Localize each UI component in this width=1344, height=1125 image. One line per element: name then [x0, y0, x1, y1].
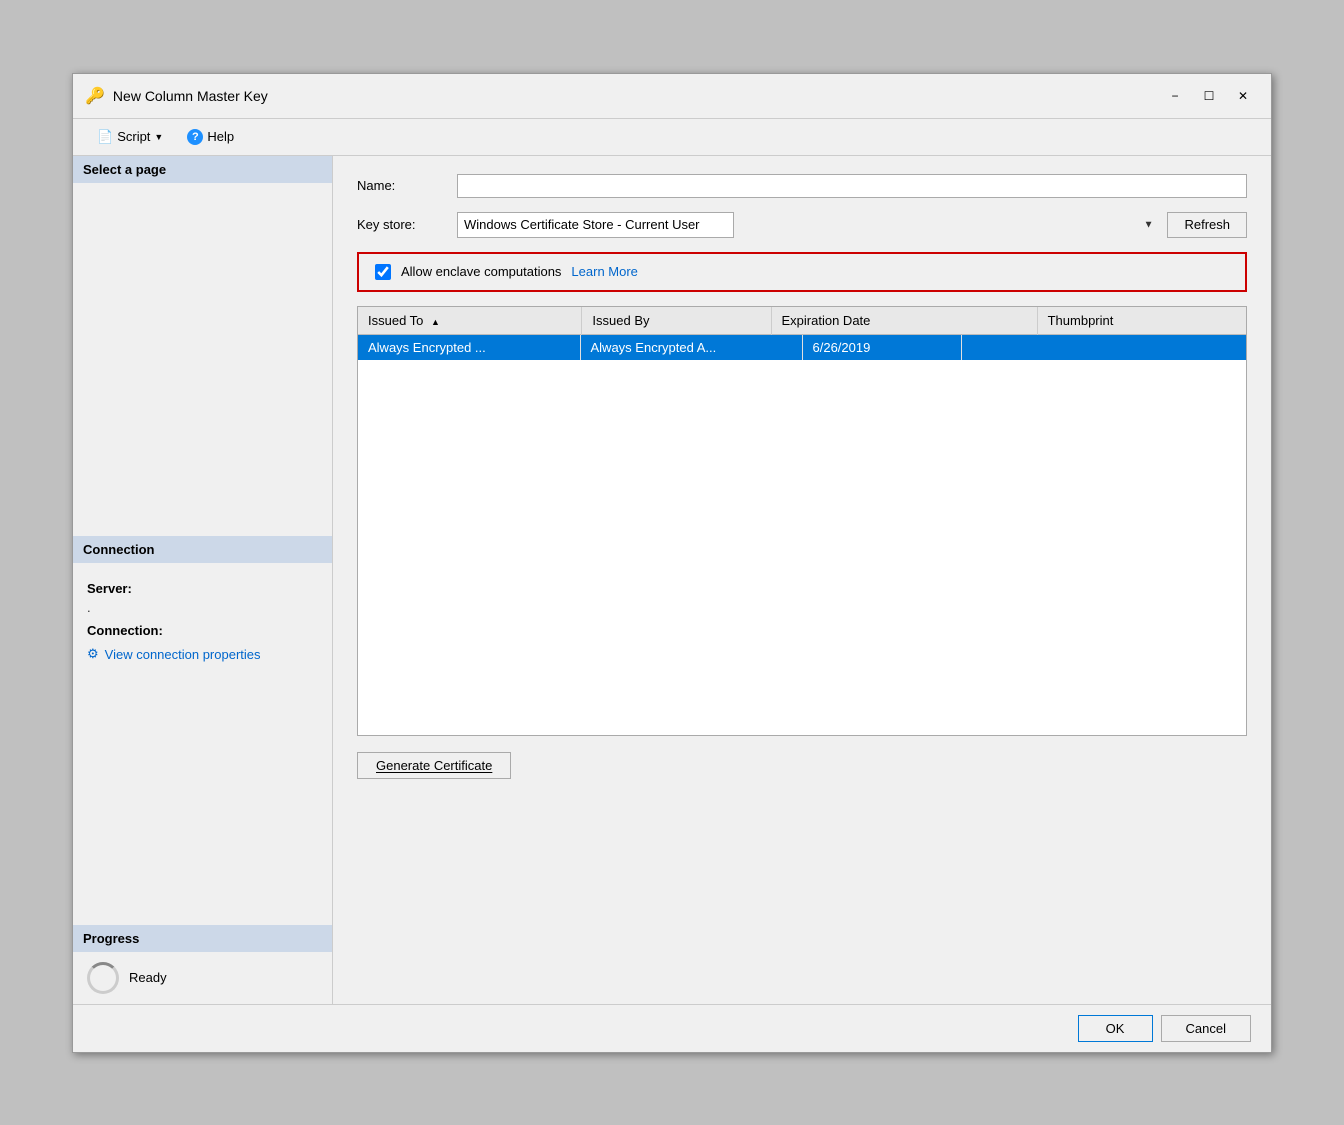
progress-status: Ready	[129, 970, 167, 985]
enclave-checkbox[interactable]	[375, 264, 391, 280]
sort-arrow-issued-to: ▲	[431, 317, 440, 327]
title-bar: 🔑 New Column Master Key − ☐ ✕	[73, 74, 1271, 119]
connection-label: Connection:	[87, 623, 318, 638]
col-issued-to-label: Issued To	[368, 313, 423, 328]
col-expiration-date[interactable]: Expiration Date	[771, 307, 1037, 335]
cell-issued-to: Always Encrypted ...	[358, 335, 580, 360]
minimize-button[interactable]: −	[1159, 82, 1191, 110]
cert-table-body-area: Always Encrypted ... Always Encrypted A.…	[358, 335, 1246, 735]
view-connection-link[interactable]: ⚙ View connection properties	[87, 646, 318, 662]
table-body: Always Encrypted ... Always Encrypted A.…	[358, 335, 1246, 360]
cancel-button[interactable]: Cancel	[1161, 1015, 1251, 1042]
help-button[interactable]: ? Help	[179, 125, 242, 149]
window-icon: 🔑	[85, 86, 105, 106]
progress-spinner	[87, 962, 119, 994]
progress-header: Progress	[73, 925, 332, 952]
script-button[interactable]: 📄 Script ▼	[89, 125, 171, 149]
enclave-label: Allow enclave computations	[401, 264, 561, 279]
certificate-table: Issued To ▲ Issued By Expiration Date Th…	[358, 307, 1246, 335]
dialog-body: Select a page Connection Server: . Conne…	[73, 156, 1271, 1004]
keystore-wrapper: Windows Certificate Store - Current User…	[457, 212, 1247, 238]
generate-certificate-button[interactable]: Generate Certificate	[357, 752, 511, 779]
script-label: Script	[117, 129, 150, 144]
title-bar-controls: − ☐ ✕	[1159, 82, 1259, 110]
keystore-row: Key store: Windows Certificate Store - C…	[357, 212, 1247, 238]
dialog-footer: OK Cancel	[73, 1004, 1271, 1052]
cert-table-body: Always Encrypted ... Always Encrypted A.…	[358, 335, 1246, 360]
cell-issued-by: Always Encrypted A...	[580, 335, 802, 360]
view-link-label: View connection properties	[105, 647, 261, 662]
ok-button[interactable]: OK	[1078, 1015, 1153, 1042]
select-page-header: Select a page	[73, 156, 332, 183]
name-input[interactable]	[457, 174, 1247, 198]
keystore-label: Key store:	[357, 217, 457, 232]
connection-header: Connection	[73, 536, 332, 563]
close-button[interactable]: ✕	[1227, 82, 1259, 110]
right-panel: Name: Key store: Windows Certificate Sto…	[333, 156, 1271, 1004]
select-page-content	[73, 183, 332, 537]
window-title: New Column Master Key	[113, 88, 268, 104]
keystore-select[interactable]: Windows Certificate Store - Current User…	[457, 212, 734, 238]
keystore-select-wrapper: Windows Certificate Store - Current User…	[457, 212, 1159, 238]
col-thumbprint-label: Thumbprint	[1048, 313, 1114, 328]
refresh-button[interactable]: Refresh	[1167, 212, 1247, 238]
left-panel: Select a page Connection Server: . Conne…	[73, 156, 333, 1004]
help-label: Help	[207, 129, 234, 144]
script-icon: 📄	[97, 129, 113, 145]
col-thumbprint[interactable]: Thumbprint	[1037, 307, 1246, 335]
title-bar-left: 🔑 New Column Master Key	[85, 86, 268, 106]
toolbar: 📄 Script ▼ ? Help	[73, 119, 1271, 156]
col-expiration-date-label: Expiration Date	[782, 313, 871, 328]
help-icon: ?	[187, 129, 203, 145]
table-header-row: Issued To ▲ Issued By Expiration Date Th…	[358, 307, 1246, 335]
name-label: Name:	[357, 178, 457, 193]
keystore-dropdown-arrow: ▼	[1144, 219, 1154, 230]
enclave-box: Allow enclave computations Learn More	[357, 252, 1247, 292]
learn-more-link[interactable]: Learn More	[571, 264, 637, 279]
server-value: .	[87, 600, 318, 615]
cell-expiration-date: 6/26/2019	[802, 335, 962, 360]
col-issued-by-label: Issued By	[592, 313, 649, 328]
script-dropdown-icon: ▼	[154, 132, 163, 142]
certificate-table-container: Issued To ▲ Issued By Expiration Date Th…	[357, 306, 1247, 736]
connection-properties-icon: ⚙	[87, 646, 99, 662]
cell-thumbprint	[962, 335, 1246, 360]
name-row: Name:	[357, 174, 1247, 198]
progress-content: Ready	[73, 952, 332, 1004]
connection-content: Server: . Connection: ⚙ View connection …	[73, 571, 332, 925]
col-issued-to[interactable]: Issued To ▲	[358, 307, 582, 335]
dialog-window: 🔑 New Column Master Key − ☐ ✕ 📄 Script ▼…	[72, 73, 1272, 1053]
maximize-button[interactable]: ☐	[1193, 82, 1225, 110]
table-row[interactable]: Always Encrypted ... Always Encrypted A.…	[358, 335, 1246, 360]
server-label: Server:	[87, 581, 318, 596]
col-issued-by[interactable]: Issued By	[582, 307, 771, 335]
